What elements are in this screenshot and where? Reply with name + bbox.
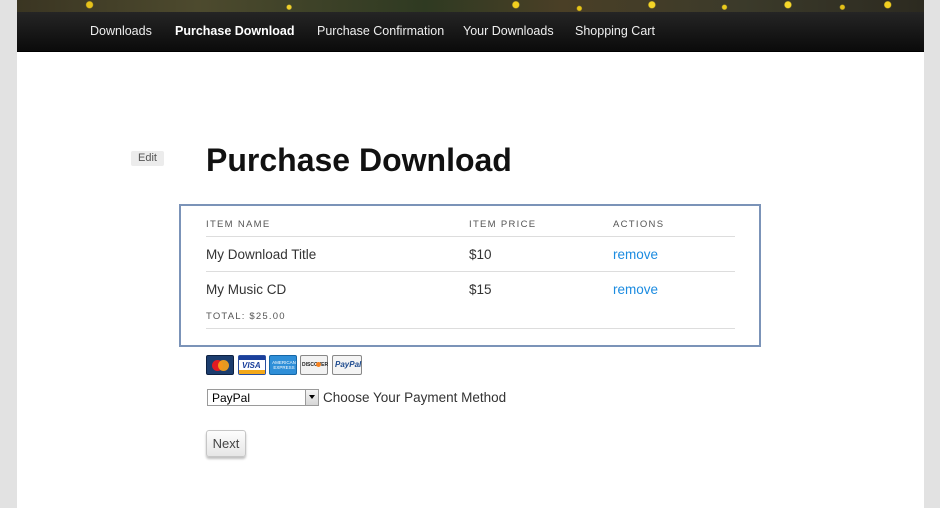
- nav-downloads[interactable]: Downloads: [90, 12, 152, 51]
- visa-text: VISA: [242, 361, 261, 370]
- column-header-actions: ACTIONS: [613, 219, 665, 230]
- amex-text: AMERICAN EXPRESS: [272, 360, 296, 370]
- cart-item-name: My Music CD: [206, 282, 287, 297]
- american-express-icon: AMERICAN EXPRESS: [269, 355, 297, 375]
- nav-purchase-download[interactable]: Purchase Download: [175, 12, 294, 51]
- nav-shopping-cart[interactable]: Shopping Cart: [575, 12, 655, 51]
- remove-link[interactable]: remove: [613, 282, 658, 297]
- payment-method-label: Choose Your Payment Method: [323, 390, 507, 405]
- page-title: Purchase Download: [206, 142, 512, 178]
- header-divider: [206, 236, 735, 237]
- edit-button[interactable]: Edit: [131, 151, 164, 166]
- paypal-text: PayPal: [335, 360, 362, 369]
- chevron-down-icon[interactable]: [305, 390, 318, 405]
- total-divider: [206, 328, 735, 329]
- row-divider: [206, 271, 735, 272]
- remove-link[interactable]: remove: [613, 247, 658, 262]
- next-button[interactable]: Next: [206, 430, 246, 457]
- main-navigation: Downloads Purchase Download Purchase Con…: [17, 12, 924, 52]
- discover-icon: DISCOVER: [300, 355, 328, 375]
- nav-your-downloads[interactable]: Your Downloads: [463, 12, 554, 51]
- header-image: [17, 0, 924, 12]
- paypal-icon: PayPal: [332, 355, 362, 375]
- cart-total: TOTAL: $25.00: [206, 311, 286, 322]
- cart-item-name: My Download Title: [206, 247, 317, 262]
- cart-item-price: $10: [469, 247, 492, 262]
- column-header-item-name: ITEM NAME: [206, 219, 271, 230]
- nav-purchase-confirmation[interactable]: Purchase Confirmation: [317, 12, 444, 51]
- visa-icon: VISA: [238, 355, 266, 375]
- mastercard-icon: [206, 355, 234, 375]
- column-header-item-price: ITEM PRICE: [469, 219, 537, 230]
- payment-method-value: PayPal: [212, 391, 251, 405]
- cart-item-price: $15: [469, 282, 492, 297]
- payment-method-select[interactable]: PayPal: [207, 389, 319, 406]
